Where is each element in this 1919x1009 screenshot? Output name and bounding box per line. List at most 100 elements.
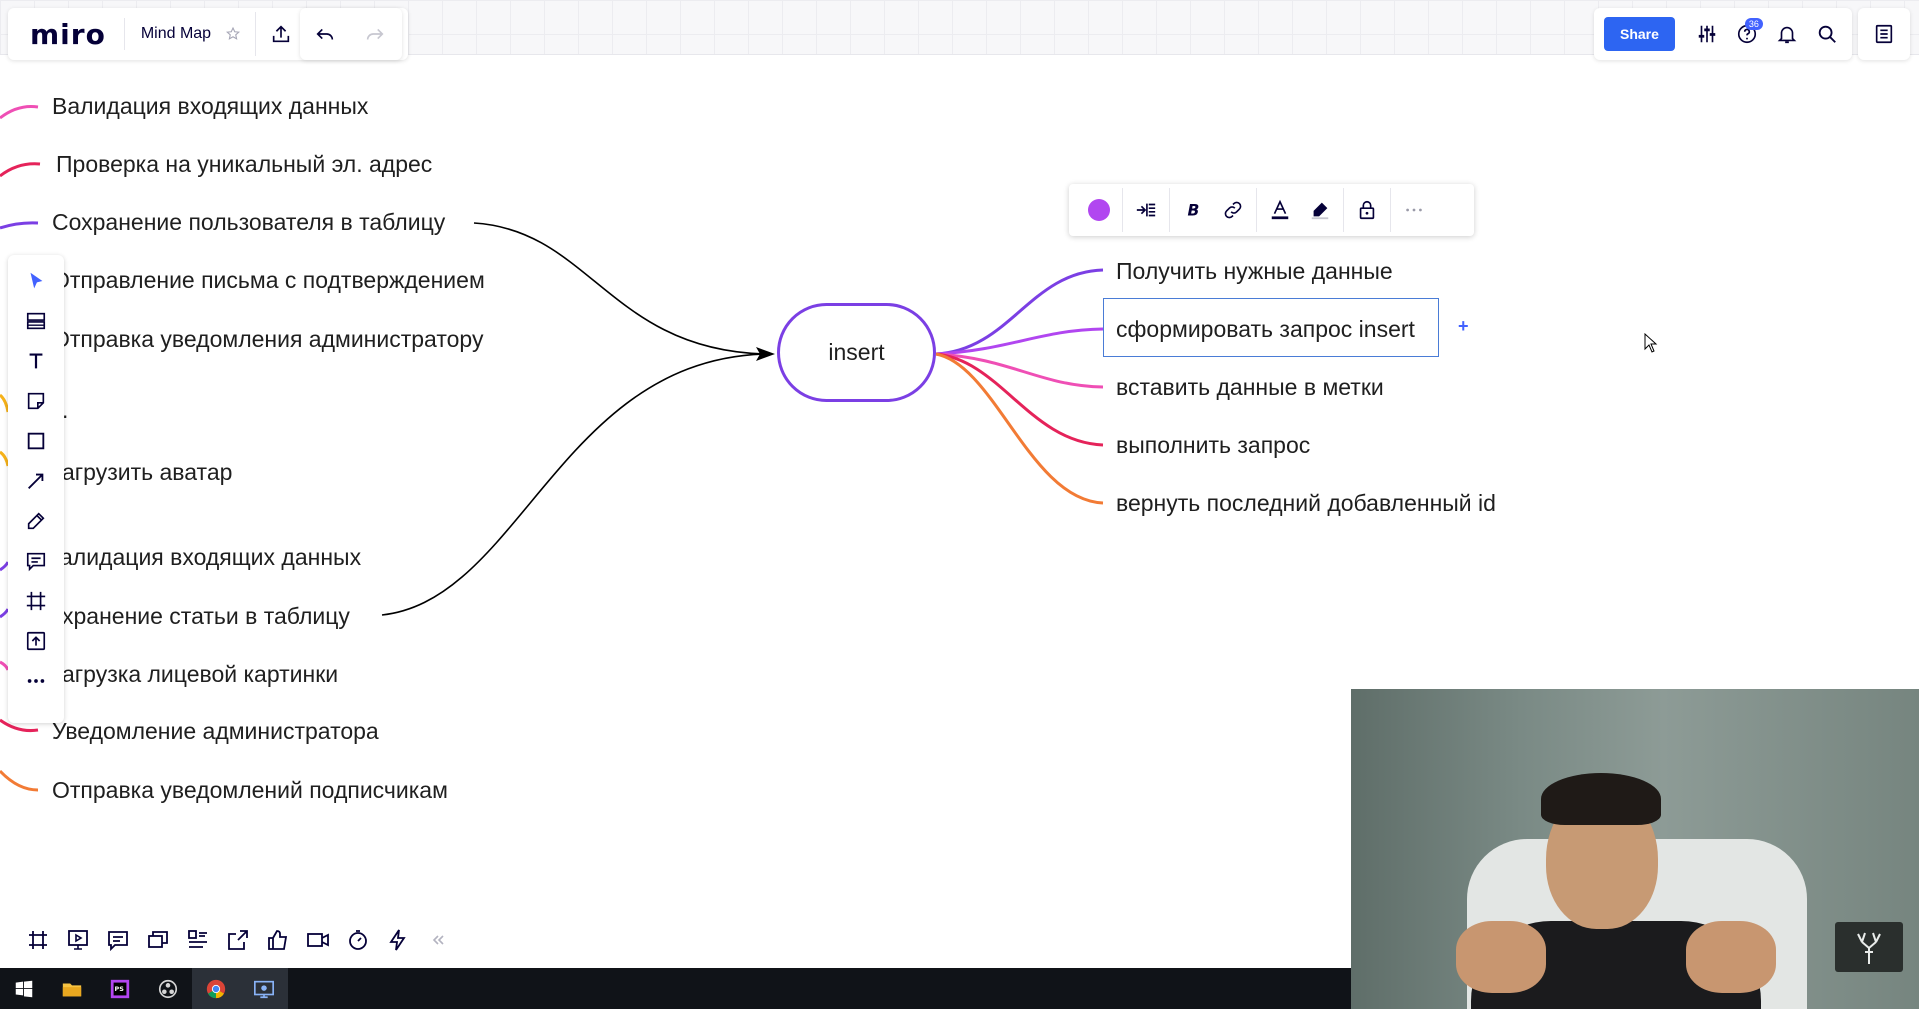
star-icon — [226, 26, 241, 40]
board-menu-button[interactable] — [1858, 12, 1910, 56]
search-icon — [1818, 25, 1836, 43]
divider — [1390, 188, 1391, 232]
bold-button[interactable]: B — [1173, 188, 1213, 232]
align-button[interactable] — [1126, 188, 1166, 232]
frames-button[interactable] — [18, 920, 58, 960]
more-options-button[interactable] — [1394, 188, 1434, 232]
voting-button[interactable] — [258, 920, 298, 960]
mindmap-node[interactable]: Валидация входящих данных — [52, 93, 368, 120]
mindmap-node[interactable]: алидация входящих данных — [60, 544, 361, 571]
sticky-note-tool[interactable] — [16, 381, 56, 421]
apps-button[interactable] — [378, 920, 418, 960]
person-hair — [1541, 773, 1661, 825]
mindmap-node[interactable]: Проверка на уникальный эл. адрес — [56, 151, 432, 178]
mindmap-node[interactable]: Сохранение пользователя в таблицу — [52, 209, 445, 236]
person-hand — [1686, 921, 1776, 993]
obs-icon — [158, 979, 178, 998]
more-tools-icon — [27, 679, 45, 683]
comments-button[interactable] — [98, 920, 138, 960]
text-tool[interactable] — [16, 341, 56, 381]
mindmap-node[interactable]: Уведомление администратора — [52, 718, 379, 745]
video-chat-button[interactable] — [298, 920, 338, 960]
taskbar-app[interactable] — [144, 968, 192, 1009]
comment-icon — [26, 552, 46, 572]
svg-text:PS: PS — [115, 984, 125, 992]
taskbar-app-active[interactable] — [240, 968, 288, 1009]
connection-line-tool[interactable] — [16, 461, 56, 501]
kanban-button[interactable] — [178, 920, 218, 960]
thumbs-up-icon — [268, 930, 288, 950]
collapse-toolbar-button[interactable] — [418, 920, 458, 960]
file-explorer-icon — [62, 983, 82, 996]
mindmap-node[interactable]: Получить нужные данные — [1116, 258, 1393, 285]
start-button[interactable] — [0, 968, 48, 1009]
help-button[interactable]: 36 — [1727, 12, 1767, 56]
timer-button[interactable] — [338, 920, 378, 960]
color-swatch — [1088, 199, 1110, 221]
star-button[interactable] — [219, 12, 247, 56]
add-child-node-icon[interactable]: + — [1458, 316, 1469, 337]
mindmap-node[interactable]: Отправка уведомлений подписчикам — [52, 777, 448, 804]
collaboration-toolbar — [18, 920, 458, 960]
more-tools-button[interactable] — [16, 661, 56, 701]
shape-tool[interactable] — [16, 421, 56, 461]
person-hand — [1456, 921, 1546, 993]
highlight-icon — [1311, 202, 1329, 220]
divider — [1343, 188, 1344, 232]
mindmap-node[interactable]: Отправление письма с подтверждением — [52, 267, 485, 294]
miro-logo[interactable]: miro — [8, 18, 124, 51]
mindmap-node[interactable]: агрузка лицевой картинки — [62, 661, 338, 688]
comments-icon — [108, 931, 128, 952]
sticky-note-icon — [27, 392, 45, 410]
mindmap-node[interactable]: хранение статьи в таблицу — [62, 603, 350, 630]
video-icon — [307, 933, 329, 947]
export-button[interactable] — [255, 12, 306, 56]
upload-tool[interactable] — [16, 621, 56, 661]
board-menu-panel — [1858, 8, 1910, 60]
pen-tool[interactable] — [16, 501, 56, 541]
mindmap-node[interactable]: вставить данные в метки — [1116, 374, 1384, 401]
sliders-icon — [1698, 25, 1716, 43]
redo-button[interactable] — [350, 12, 400, 56]
taskbar-app-active[interactable] — [192, 968, 240, 1009]
mindmap-node[interactable]: агрузить аватар — [62, 459, 232, 486]
text-color-icon — [1271, 199, 1289, 220]
link-button[interactable] — [1213, 188, 1253, 232]
bold-icon: B — [1188, 202, 1200, 220]
search-button[interactable] — [1807, 12, 1847, 56]
cards-button[interactable] — [138, 920, 178, 960]
notification-badge: 36 — [1744, 18, 1763, 30]
node-context-toolbar: B — [1069, 184, 1474, 236]
lock-button[interactable] — [1347, 188, 1387, 232]
undo-button[interactable] — [300, 12, 350, 56]
notifications-button[interactable] — [1767, 12, 1807, 56]
comment-tool[interactable] — [16, 541, 56, 581]
taskbar-app[interactable] — [48, 968, 96, 1009]
frame-tool[interactable] — [16, 581, 56, 621]
screen-share-icon — [228, 930, 248, 950]
undo-icon — [316, 28, 334, 40]
windows-start-icon — [15, 980, 33, 997]
mindmap-node[interactable]: Отправка уведомления администратору — [52, 326, 483, 353]
presentation-button[interactable] — [58, 920, 98, 960]
settings-button[interactable] — [1687, 12, 1727, 56]
kanban-icon — [188, 930, 207, 948]
select-tool[interactable] — [16, 261, 56, 301]
highlight-button[interactable] — [1300, 188, 1340, 232]
templates-tool[interactable] — [16, 301, 56, 341]
mindmap-node[interactable]: выполнить запрос — [1116, 432, 1310, 459]
color-picker-button[interactable] — [1079, 188, 1119, 232]
cards-icon — [148, 931, 168, 948]
collapse-icon — [432, 935, 444, 945]
text-color-button[interactable] — [1260, 188, 1300, 232]
connection-line-icon — [28, 473, 44, 489]
share-button[interactable]: Share — [1604, 17, 1675, 51]
mindmap-node-editing[interactable]: сформировать запрос insert — [1116, 316, 1415, 343]
taskbar-app[interactable]: PS — [96, 968, 144, 1009]
board-title[interactable]: Mind Map — [123, 18, 219, 50]
redo-icon — [366, 28, 384, 40]
frames-icon — [29, 931, 47, 949]
mindmap-node[interactable]: вернуть последний добавленный id — [1116, 490, 1496, 517]
mindmap-root-node[interactable]: insert — [777, 303, 936, 402]
screen-share-button[interactable] — [218, 920, 258, 960]
